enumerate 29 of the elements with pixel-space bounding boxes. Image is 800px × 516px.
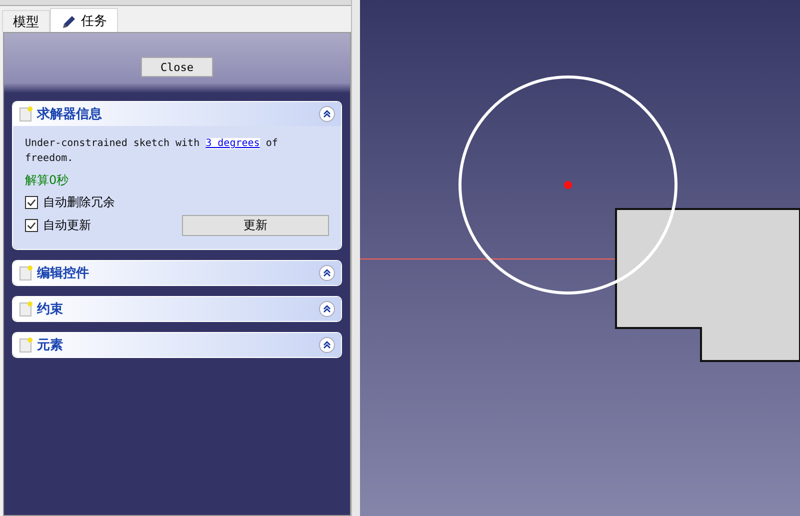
panel-title: 约束: [37, 301, 64, 318]
center-point: [564, 181, 572, 189]
document-icon: [19, 106, 33, 122]
splitter-handle[interactable]: [351, 0, 360, 516]
degrees-link[interactable]: 3 degrees: [206, 138, 260, 149]
panel-title: 编辑控件: [37, 264, 90, 282]
panel-header[interactable]: 元素: [13, 333, 342, 357]
document-icon: [19, 301, 33, 317]
document-icon: [19, 337, 33, 353]
panel-header[interactable]: 编辑控件: [13, 261, 342, 285]
close-button[interactable]: Close: [141, 57, 213, 77]
solve-time: 解算0秒: [25, 172, 70, 189]
collapse-icon[interactable]: [319, 337, 336, 353]
collapse-icon[interactable]: [319, 265, 336, 281]
tab[interactable]: 任务: [50, 8, 118, 32]
checkbox[interactable]: [25, 219, 38, 232]
update-button[interactable]: 更新: [182, 215, 330, 236]
panel-header[interactable]: 约束: [13, 297, 342, 321]
panel-title: 元素: [37, 336, 64, 354]
panel-header[interactable]: 求解器信息: [13, 102, 342, 126]
checkbox[interactable]: [25, 196, 38, 209]
solver-message: Under-constrained sketch with 3 degrees of freedom.: [25, 137, 279, 166]
panel-title: 求解器信息: [37, 106, 103, 123]
tab[interactable]: 模型: [2, 10, 50, 32]
document-icon: [19, 265, 33, 281]
checkbox-option[interactable]: 自动更新: [25, 217, 91, 234]
checkbox-option[interactable]: 自动删除冗余: [25, 194, 115, 211]
collapse-icon[interactable]: [319, 301, 336, 317]
collapse-icon[interactable]: [319, 106, 336, 122]
